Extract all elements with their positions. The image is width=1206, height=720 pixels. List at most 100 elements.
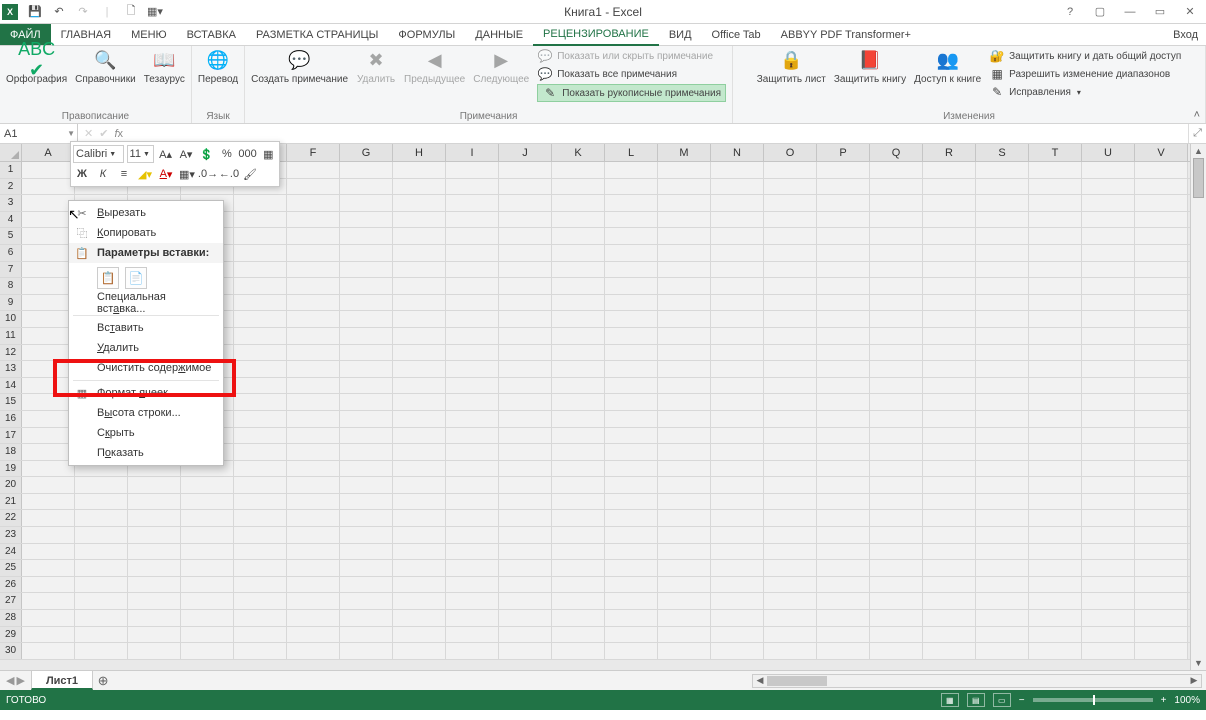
cell[interactable] (1135, 262, 1188, 278)
cell[interactable] (976, 328, 1029, 344)
cell[interactable] (446, 162, 499, 178)
cell[interactable] (976, 311, 1029, 327)
horizontal-scrollbar[interactable]: ◀ ▶ (752, 674, 1202, 688)
cell[interactable] (340, 544, 393, 560)
column-header[interactable]: A (22, 144, 75, 161)
column-header[interactable]: V (1135, 144, 1188, 161)
cell[interactable] (552, 461, 605, 477)
cell[interactable] (287, 643, 340, 659)
bold-icon[interactable]: Ж (73, 165, 91, 183)
cell[interactable] (976, 444, 1029, 460)
cell[interactable] (340, 262, 393, 278)
cell[interactable] (340, 179, 393, 195)
cell[interactable] (923, 311, 976, 327)
cell[interactable] (605, 461, 658, 477)
cell[interactable] (605, 428, 658, 444)
cell[interactable] (552, 444, 605, 460)
zoom-level[interactable]: 100% (1174, 695, 1200, 706)
cell[interactable] (764, 328, 817, 344)
cell[interactable] (234, 527, 287, 543)
cell[interactable] (393, 311, 446, 327)
cell[interactable] (75, 593, 128, 609)
prev-comment-button[interactable]: ◀Предыдущее (404, 48, 465, 85)
ctx-clear[interactable]: Очистить содержимое (69, 358, 223, 378)
cell[interactable] (605, 627, 658, 643)
accounting-format-icon[interactable]: 💲 (198, 145, 215, 163)
cell[interactable] (817, 477, 870, 493)
cell[interactable] (75, 477, 128, 493)
column-header[interactable]: I (446, 144, 499, 161)
cell[interactable] (1135, 278, 1188, 294)
cell[interactable] (976, 278, 1029, 294)
cell[interactable] (499, 262, 552, 278)
cell[interactable] (870, 494, 923, 510)
decrease-font-icon[interactable]: A▾ (177, 145, 194, 163)
cell[interactable] (658, 510, 711, 526)
cell[interactable] (1029, 262, 1082, 278)
cell[interactable] (234, 593, 287, 609)
cell[interactable] (1029, 212, 1082, 228)
row-header[interactable]: 13 (0, 361, 22, 377)
cell[interactable] (1029, 527, 1082, 543)
cell[interactable] (711, 627, 764, 643)
cell[interactable] (234, 212, 287, 228)
cell[interactable] (817, 527, 870, 543)
row-header[interactable]: 27 (0, 593, 22, 609)
cell[interactable] (446, 328, 499, 344)
cell[interactable] (1135, 245, 1188, 261)
cell[interactable] (817, 212, 870, 228)
cell[interactable] (711, 461, 764, 477)
cell[interactable] (870, 179, 923, 195)
cell[interactable] (1082, 195, 1135, 211)
cell[interactable] (340, 278, 393, 294)
cell[interactable] (499, 179, 552, 195)
cell[interactable] (128, 627, 181, 643)
cell[interactable] (1082, 494, 1135, 510)
cell[interactable] (923, 378, 976, 394)
share-book-button[interactable]: 👥Доступ к книге (914, 48, 981, 85)
cell[interactable] (1029, 428, 1082, 444)
tab-view[interactable]: ВИД (659, 24, 702, 45)
cell[interactable] (711, 477, 764, 493)
cell[interactable] (340, 212, 393, 228)
cell[interactable] (1029, 560, 1082, 576)
cell[interactable] (1029, 577, 1082, 593)
cell[interactable] (287, 311, 340, 327)
column-header[interactable]: F (287, 144, 340, 161)
cell[interactable] (181, 560, 234, 576)
cell[interactable] (287, 328, 340, 344)
cell[interactable] (234, 444, 287, 460)
cell[interactable] (1135, 378, 1188, 394)
cell[interactable] (340, 411, 393, 427)
cell[interactable] (711, 494, 764, 510)
cell[interactable] (1082, 527, 1135, 543)
cell[interactable] (923, 394, 976, 410)
cell[interactable] (658, 494, 711, 510)
help-icon[interactable]: ? (1058, 2, 1082, 22)
decrease-decimal-icon[interactable]: ←.0 (220, 165, 238, 183)
cell[interactable] (605, 411, 658, 427)
cell[interactable] (1135, 162, 1188, 178)
cell[interactable] (605, 527, 658, 543)
cell[interactable] (499, 610, 552, 626)
cell[interactable] (605, 378, 658, 394)
row-header[interactable]: 6 (0, 245, 22, 261)
ctx-format-cells[interactable]: ▦Формат ячеек... (69, 383, 223, 403)
protect-share-button[interactable]: 🔐Защитить книгу и дать общий доступ (989, 48, 1181, 64)
cell[interactable] (658, 262, 711, 278)
protect-sheet-button[interactable]: 🔒Защитить лист (757, 48, 826, 85)
cell[interactable] (1135, 328, 1188, 344)
cell[interactable] (393, 444, 446, 460)
column-header[interactable]: G (340, 144, 393, 161)
cell[interactable] (1029, 179, 1082, 195)
cell[interactable] (1135, 345, 1188, 361)
cell[interactable] (1029, 593, 1082, 609)
cell[interactable] (923, 411, 976, 427)
borders-icon[interactable]: ▦▾ (178, 165, 196, 183)
cell[interactable] (393, 245, 446, 261)
cell[interactable] (1135, 494, 1188, 510)
cell[interactable] (976, 544, 1029, 560)
cell[interactable] (234, 494, 287, 510)
cell[interactable] (764, 262, 817, 278)
cell[interactable] (870, 212, 923, 228)
